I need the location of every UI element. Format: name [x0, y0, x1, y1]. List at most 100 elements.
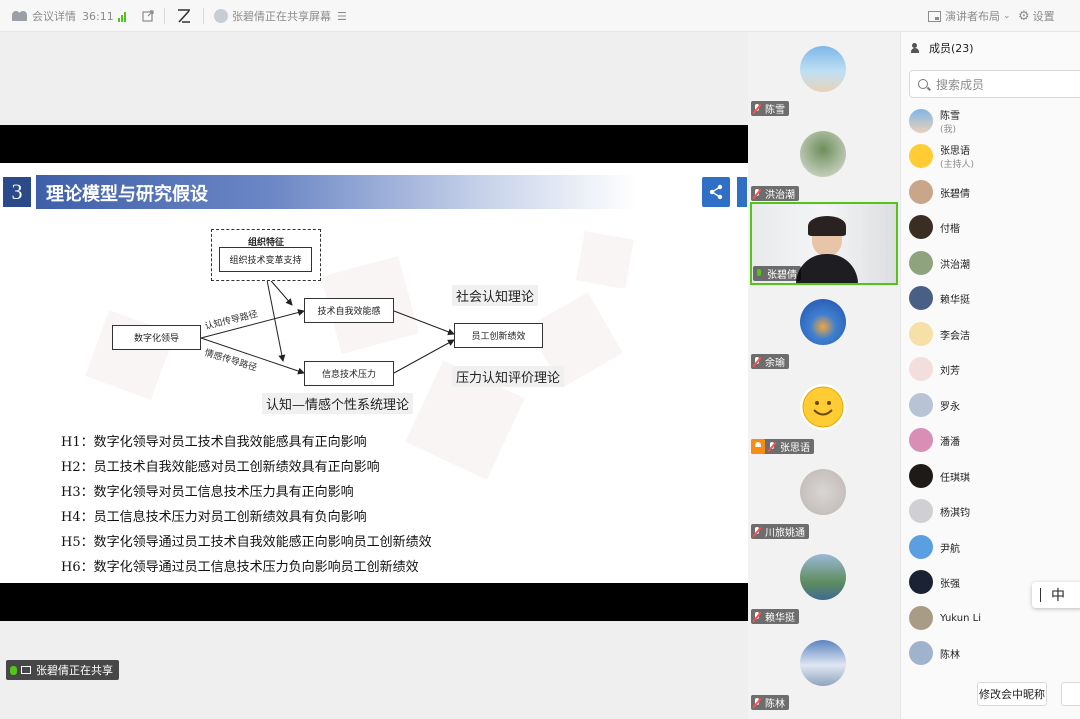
member-item[interactable]: 潘潘 [909, 423, 1079, 457]
presentation-slide: 3 理论模型与研究假设 组织特征 组织技术变革支持 数字化领导 技术自我效能感 … [0, 125, 748, 621]
sharing-indicator: 张碧倩正在共享 [6, 660, 119, 680]
member-name: 陈林 [940, 649, 960, 661]
member-name: 张思语 [940, 146, 970, 157]
ime-indicator[interactable]: 中 [1032, 582, 1080, 608]
ime-mode: 中 [1051, 588, 1065, 604]
participant-name-tag: 张碧倩 [753, 266, 801, 281]
member-name: 李会洁 [940, 330, 970, 342]
smiley-icon [802, 386, 844, 428]
gear-icon: ⚙ [1018, 8, 1030, 24]
top-toolbar: 会议详情 36:11 张碧倩正在共享屏幕 ☰ 演讲者布局 ⌄ ⚙ 设置 [0, 0, 1080, 32]
annotate-icon[interactable] [176, 0, 192, 32]
avatar [909, 499, 933, 523]
member-name: 张强 [940, 578, 960, 590]
avatar [909, 606, 933, 630]
active-speaker-video-tile[interactable]: 张碧倩 [750, 202, 898, 285]
hypothesis-item: H6：数字化领导通过员工信息技术压力负向影响员工创新绩效 [61, 560, 419, 575]
mic-muted-icon [753, 697, 761, 708]
more-button[interactable] [1061, 682, 1080, 706]
avatar [909, 251, 933, 275]
member-item[interactable]: 赖华挺 [909, 281, 1079, 315]
rename-nickname-button[interactable]: 修改会中昵称 [977, 682, 1047, 706]
mic-muted-icon [753, 103, 761, 114]
member-item[interactable]: 付楷 [909, 210, 1079, 244]
participant-name: 陈雪 [765, 105, 785, 116]
avatar [800, 640, 846, 686]
participant-name-tag: 张思语 [751, 439, 814, 454]
member-item[interactable]: 任琪琪 [909, 459, 1079, 493]
mic-muted-icon [753, 526, 761, 537]
screen-icon [21, 666, 31, 674]
letterbox-bar-bottom [0, 583, 748, 621]
member-name: 刘芳 [940, 365, 960, 377]
members-icon [911, 43, 925, 53]
video-tile[interactable]: 张思语 [750, 372, 898, 456]
hypothesis-item: H3：数字化领导对员工信息技术压力具有正向影响 [61, 485, 354, 500]
avatar [909, 357, 933, 381]
video-gallery: 陈雪 洪治潮 张碧倩 余瑜 张思语 川旅姚通 赖华挺 陈林 [748, 32, 900, 719]
layout-icon [928, 10, 941, 22]
member-name: 尹航 [940, 543, 960, 555]
sharing-indicator-label: 张碧倩正在共享 [36, 664, 113, 677]
video-tile[interactable]: 赖华挺 [750, 542, 898, 626]
mic-muted-icon [753, 188, 761, 199]
external-link-icon[interactable] [142, 0, 154, 32]
settings-button[interactable]: ⚙ 设置 [1018, 0, 1055, 32]
mic-muted-icon [753, 611, 761, 622]
presenter-layout-button[interactable]: 演讲者布局 ⌄ [928, 0, 1011, 32]
avatar [909, 570, 933, 594]
participant-name-tag: 余瑜 [751, 354, 789, 369]
avatar [909, 180, 933, 204]
member-item[interactable]: 罗永 [909, 388, 1079, 422]
video-tile[interactable]: 陈雪 [750, 34, 898, 118]
member-item[interactable]: 刘芳 [909, 352, 1079, 386]
meeting-details-button[interactable]: 会议详情 [12, 0, 76, 32]
screen-share-status[interactable]: 张碧倩正在共享屏幕 ☰ [214, 0, 347, 32]
smiley-avatar-icon [909, 144, 933, 168]
avatar [800, 469, 846, 515]
member-item[interactable]: 陈雪 (我) [909, 104, 1079, 138]
video-tile[interactable]: 陈林 [750, 628, 898, 712]
participant-name: 张碧倩 [767, 270, 797, 281]
speaker-hair [808, 216, 846, 236]
meeting-details-label: 会议详情 [32, 10, 76, 23]
member-item[interactable]: 陈林 [909, 636, 1079, 670]
avatar [909, 393, 933, 417]
member-role: (我) [940, 125, 957, 135]
avatar [800, 299, 846, 345]
member-search-input[interactable]: 搜索成员 [909, 70, 1080, 98]
members-panel: 成员(23) 搜索成员 陈雪 (我) 张思语 (主持人) 张碧倩 付楷 洪治潮 赖华… [900, 32, 1080, 719]
member-item[interactable]: 张碧倩 [909, 175, 1079, 209]
member-name: 赖华挺 [940, 294, 970, 306]
mic-muted-icon [753, 356, 761, 367]
network-signal-icon[interactable] [118, 0, 126, 32]
video-tile[interactable]: 川旅姚通 [750, 457, 898, 541]
video-tile[interactable]: 洪治潮 [750, 119, 898, 203]
video-tile[interactable]: 余瑜 [750, 287, 898, 371]
members-header: 成员(23) [911, 40, 974, 56]
member-name: 任琪琪 [940, 472, 970, 484]
member-item[interactable]: 杨淇钧 [909, 494, 1079, 528]
sharing-status-text: 张碧倩正在共享屏幕 [232, 10, 331, 23]
list-icon: ☰ [337, 9, 347, 23]
member-name: 洪治潮 [940, 259, 970, 271]
participant-name-tag: 川旅姚通 [751, 524, 809, 539]
member-item[interactable]: 洪治潮 [909, 246, 1079, 280]
member-item[interactable]: 李会洁 [909, 317, 1079, 351]
member-item[interactable]: 张思语 (主持人) [909, 139, 1079, 173]
mic-muted-icon [768, 441, 776, 452]
tencent-meeting-logo-icon [12, 11, 28, 21]
hypothesis-item: H5：数字化领导通过员工技术自我效能感正向影响员工创新绩效 [61, 535, 432, 550]
member-name: 杨淇钧 [940, 507, 970, 519]
avatar [909, 286, 933, 310]
member-item[interactable]: 尹航 [909, 530, 1079, 564]
member-name: 罗永 [940, 401, 960, 413]
avatar [909, 428, 933, 452]
host-icon [751, 439, 765, 454]
avatar [909, 322, 933, 346]
meeting-timer: 36:11 [82, 9, 114, 23]
mic-icon [10, 665, 17, 675]
member-name: 付楷 [940, 223, 960, 235]
member-name: 张碧倩 [940, 188, 970, 200]
participant-name: 洪治潮 [765, 190, 795, 201]
